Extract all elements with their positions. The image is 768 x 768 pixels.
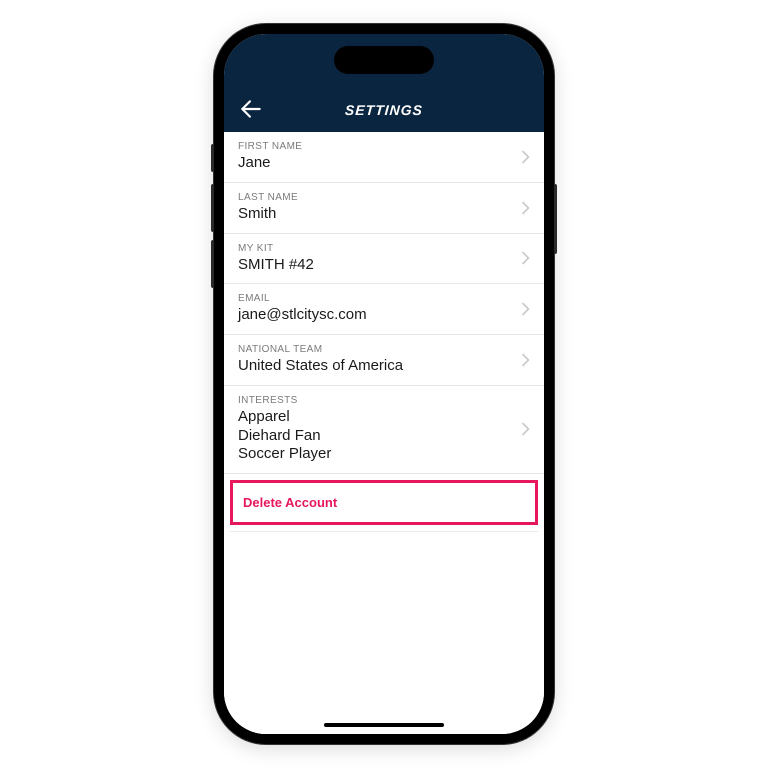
row-value-line: Soccer Player xyxy=(238,445,513,464)
row-value: Smith xyxy=(238,205,513,224)
row-value: jane@stlcitysc.com xyxy=(238,306,513,325)
chevron-right-icon xyxy=(513,353,530,367)
row-value: Jane xyxy=(238,154,513,173)
phone-volume-down xyxy=(211,240,214,288)
divider xyxy=(230,531,538,532)
row-my-kit[interactable]: MY KIT SMITH #42 xyxy=(224,234,544,285)
row-last-name[interactable]: LAST NAME Smith xyxy=(224,183,544,234)
phone-mute-switch xyxy=(211,144,214,172)
chevron-right-icon xyxy=(513,150,530,164)
row-label: NATIONAL TEAM xyxy=(238,344,513,355)
row-label: INTERESTS xyxy=(238,395,513,406)
row-value: SMITH #42 xyxy=(238,256,513,275)
row-interests[interactable]: INTERESTS Apparel Diehard Fan Soccer Pla… xyxy=(224,386,544,474)
chevron-right-icon xyxy=(513,422,530,436)
row-label: EMAIL xyxy=(238,293,513,304)
row-label: LAST NAME xyxy=(238,192,513,203)
dynamic-island xyxy=(334,46,434,74)
chevron-right-icon xyxy=(513,251,530,265)
row-national-team[interactable]: NATIONAL TEAM United States of America xyxy=(224,335,544,386)
chevron-right-icon xyxy=(513,302,530,316)
row-value-line: Apparel xyxy=(238,408,513,427)
phone-volume-up xyxy=(211,184,214,232)
delete-account-label: Delete Account xyxy=(243,495,525,510)
chevron-right-icon xyxy=(513,201,530,215)
row-value-line: Diehard Fan xyxy=(238,427,513,446)
settings-list: FIRST NAME Jane LAST NAME Smith MY K xyxy=(224,132,544,734)
phone-side-button xyxy=(554,184,557,254)
row-value: United States of America xyxy=(238,357,513,376)
screen: SETTINGS FIRST NAME Jane LAST NAME Smith xyxy=(224,34,544,734)
row-label: MY KIT xyxy=(238,243,513,254)
row-first-name[interactable]: FIRST NAME Jane xyxy=(224,132,544,183)
delete-account-button[interactable]: Delete Account xyxy=(230,480,538,525)
row-label: FIRST NAME xyxy=(238,141,513,152)
home-indicator[interactable] xyxy=(324,723,444,727)
phone-frame: SETTINGS FIRST NAME Jane LAST NAME Smith xyxy=(214,24,554,744)
row-email[interactable]: EMAIL jane@stlcitysc.com xyxy=(224,284,544,335)
page-title: SETTINGS xyxy=(224,102,544,118)
